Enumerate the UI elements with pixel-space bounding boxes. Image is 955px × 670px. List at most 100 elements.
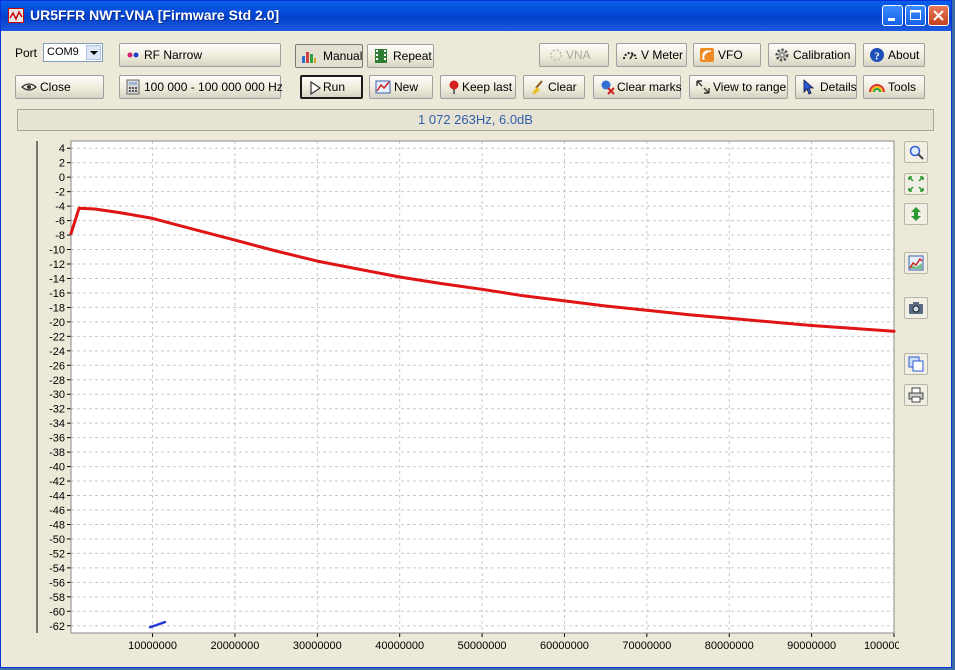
x-tick-label: 20000000 [210,640,259,652]
rf-narrow-button[interactable]: RF Narrow [119,43,281,67]
manual-label: Manual [323,49,363,63]
marker-readout-bar: 1 072 263Hz, 6.0dB [17,109,934,131]
vmeter-label: V Meter [641,48,684,62]
x-tick-label: 50000000 [458,640,507,652]
data-point [398,276,401,278]
y-tick-label: -62 [49,621,65,633]
about-button[interactable]: ? About [863,43,925,67]
chevron-down-icon[interactable] [86,45,101,60]
y-tick-label: 2 [59,158,65,170]
data-point [118,211,121,214]
data-point [728,317,731,320]
rf-narrow-label: RF Narrow [144,48,203,62]
vfo-button[interactable]: VFO [693,43,761,67]
keep-last-button[interactable]: Keep last [440,75,516,99]
port-label: Port [15,46,38,60]
new-label: New [394,80,419,94]
pin-icon [449,80,459,94]
y-tick-label: -60 [49,606,65,618]
y-tick-label: -12 [49,259,65,271]
x-tick-label: 60000000 [540,640,589,652]
x-tick-label: 100000000 [864,640,899,652]
calibration-label: Calibration [793,48,851,62]
app-logo-icon [8,8,24,23]
details-label: Details [820,80,857,94]
data-point [563,300,566,302]
svg-text:?: ? [874,51,880,63]
close-window-button[interactable] [928,5,949,26]
bar-chart-icon [302,52,316,63]
broom-icon [532,80,543,94]
about-label: About [888,48,920,62]
details-button[interactable]: Details [795,75,857,99]
data-point [151,217,154,220]
data-point [316,260,319,262]
x-tick-label: 90000000 [787,640,836,652]
repeat-button[interactable]: Repeat [367,44,434,68]
vertical-arrows-icon [911,207,921,221]
data-point [810,324,813,327]
expand-range-icon [696,80,710,94]
clear-label: Clear [548,80,577,94]
y-tick-label: -44 [49,491,65,503]
view-to-range-button[interactable]: View to range [689,75,788,99]
data-point [604,305,607,307]
port-select[interactable]: COM9 [43,43,103,62]
data-point [687,313,689,316]
printer-icon [908,387,924,403]
vertical-scale-button[interactable] [904,203,928,225]
data-point [70,232,72,235]
run-button[interactable]: Run [300,75,363,99]
x-tick-label: 70000000 [622,640,671,652]
y-tick-label: 0 [59,172,65,184]
main-window: UR5FFR NWT-VNA [Firmware Std 2.0] Port C… [0,0,952,668]
y-tick-label: -58 [49,592,65,604]
fit-view-button[interactable] [904,173,928,195]
y-tick-label: -52 [49,548,65,560]
data-point [149,626,151,629]
new-chart-icon [375,80,391,94]
data-point [357,268,360,270]
zoom-button[interactable] [904,141,928,163]
y-tick-label: -18 [49,302,65,314]
keep-last-label: Keep last [462,80,513,94]
graph-view-button[interactable] [904,252,928,274]
y-tick-label: -24 [49,346,65,358]
tools-button[interactable]: Tools [863,75,925,99]
minimize-button[interactable] [882,5,903,26]
data-point [164,621,166,623]
repeat-label: Repeat [393,49,432,63]
screenshot-button[interactable] [904,297,928,319]
marker-readout: 1 072 263Hz, 6.0dB [418,112,533,127]
data-point [94,208,96,210]
copy-icon [908,356,924,372]
camera-icon [909,302,923,314]
frequency-response-chart[interactable]: 4 2 0 -2 -4 -6 -8 -10 -12 -14 -16 -18 -20 -22 -24 -26 -2… [13,137,899,659]
vmeter-button[interactable]: V Meter [616,43,687,67]
new-button[interactable]: New [369,75,433,99]
close-icon [933,10,944,21]
clear-marks-button[interactable]: Clear marks [593,75,682,99]
print-button[interactable] [904,384,928,406]
y-tick-label: -6 [55,216,65,228]
vna-button[interactable]: VNA [539,43,609,67]
title-bar[interactable]: UR5FFR NWT-VNA [Firmware Std 2.0] [1,1,951,31]
x-tick-label: 10000000 [128,640,177,652]
y-tick-label: -34 [49,418,65,430]
copy-button[interactable] [904,353,928,375]
range-button[interactable]: 100 000 - 100 000 000 Hz [119,75,283,99]
y-tick-label: -22 [49,331,65,343]
data-point [192,228,195,231]
y-tick-label: -42 [49,476,65,488]
close-button[interactable]: Close [15,75,104,99]
close-label: Close [40,80,71,94]
maximize-button[interactable] [905,5,926,26]
clear-button[interactable]: Clear [523,75,585,99]
calibration-button[interactable]: Calibration [768,43,856,67]
y-tick-label: -48 [49,519,65,531]
magnifier-icon [909,145,924,160]
manual-button[interactable]: Manual [295,44,363,68]
y-tick-label: -56 [49,577,65,589]
calculator-icon [126,79,140,95]
y-tick-label: -40 [49,462,65,474]
